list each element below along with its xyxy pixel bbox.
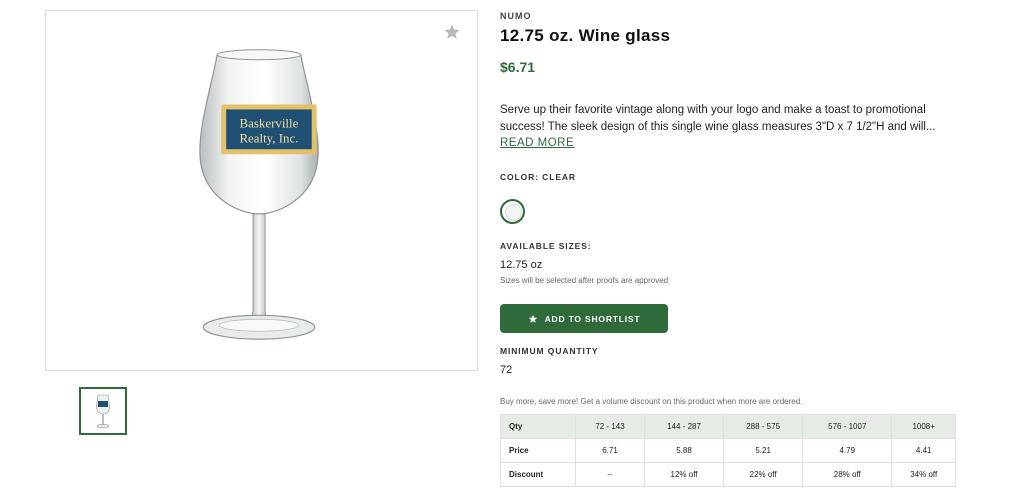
shortlist-button-label: ADD TO SHORTLIST	[544, 313, 641, 324]
table-cell: Discount	[500, 462, 576, 487]
table-cell: --	[575, 462, 645, 487]
wine-glass-image: Baskerville Realty, Inc.	[199, 49, 319, 340]
volume-discount-note: Buy more, save more! Get a volume discou…	[500, 397, 803, 406]
table-header-cell: Qty	[500, 414, 576, 439]
table-cell: 6.71	[575, 438, 645, 463]
table-row: Price 6.71 5.88 5.21 4.79 4.41	[500, 438, 956, 463]
table-cell: 4.79	[802, 438, 893, 463]
table-cell: 4.41	[891, 438, 956, 463]
svg-text:Baskerville: Baskerville	[240, 115, 299, 130]
wine-glass-thumbnail-icon	[96, 394, 110, 428]
table-cell: 34% off	[891, 462, 956, 487]
table-cell: Price	[500, 438, 576, 463]
table-header-cell: 72 - 143	[575, 414, 645, 439]
table-header-cell: 144 - 287	[643, 414, 725, 439]
minimum-quantity-value: 72	[500, 364, 513, 376]
table-cell: 5.88	[643, 438, 725, 463]
brand-name: NUMO	[500, 11, 532, 21]
table-cell: 5.21	[723, 438, 804, 463]
table-header-cell: 576 - 1007	[802, 414, 893, 439]
table-header-cell: 1008+	[891, 414, 956, 439]
product-title: 12.75 oz. Wine glass	[500, 26, 671, 45]
pricing-table: Qty 72 - 143 144 - 287 288 - 575 576 - 1…	[500, 414, 956, 487]
table-header-cell: 288 - 575	[723, 414, 804, 439]
table-cell: 12% off	[643, 462, 725, 487]
size-note: Sizes will be selected after proofs are …	[500, 276, 669, 285]
product-image-gallery: Baskerville Realty, Inc.	[45, 10, 478, 371]
read-more-link[interactable]: READ MORE	[500, 137, 574, 149]
star-icon	[528, 314, 537, 323]
svg-text:Realty, Inc.: Realty, Inc.	[239, 130, 298, 145]
color-label: COLOR: CLEAR	[500, 172, 576, 182]
minimum-quantity-label: MINIMUM QUANTITY	[500, 346, 599, 356]
table-row: Discount -- 12% off 22% off 28% off 34% …	[500, 462, 956, 487]
table-cell: 28% off	[802, 462, 893, 487]
product-thumbnail[interactable]	[79, 387, 127, 435]
color-swatch-clear[interactable]	[500, 199, 525, 224]
favorite-star-icon[interactable]	[443, 23, 461, 41]
table-cell: 22% off	[723, 462, 804, 487]
pricing-table-header-row: Qty 72 - 143 144 - 287 288 - 575 576 - 1…	[500, 414, 956, 439]
product-description: Serve up their favorite vintage along wi…	[500, 104, 936, 133]
available-sizes-label: AVAILABLE SIZES:	[500, 241, 592, 251]
size-value: 12.75 oz	[500, 259, 543, 271]
add-to-shortlist-button[interactable]: ADD TO SHORTLIST	[500, 304, 668, 333]
product-price: $6.71	[500, 59, 536, 75]
